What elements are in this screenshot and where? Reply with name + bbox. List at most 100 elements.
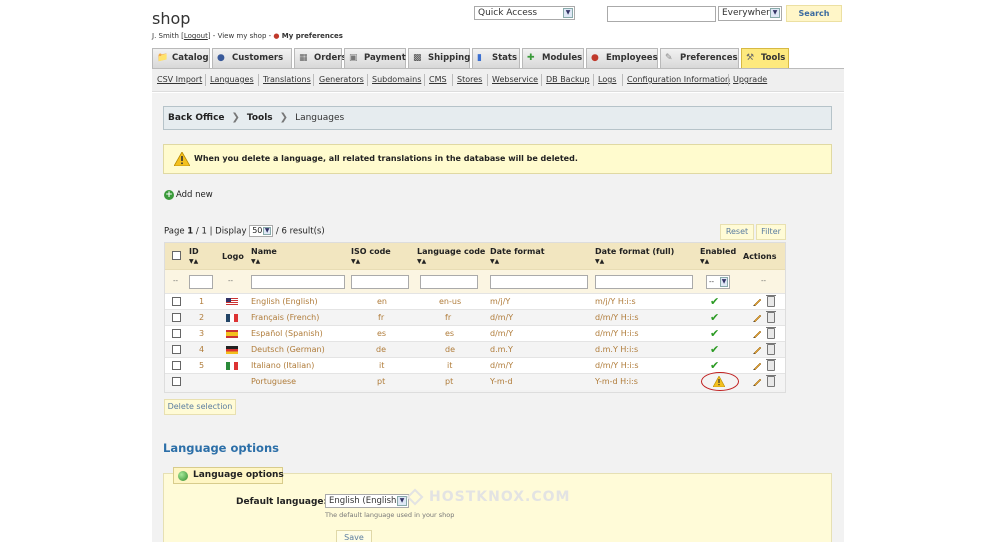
- watermark: HOSTKNOX.COM: [406, 488, 570, 506]
- row-id: 4: [199, 345, 205, 354]
- filter-iso-input[interactable]: [351, 275, 409, 289]
- row-date-format-full: d/m/Y H:i:s: [595, 361, 639, 370]
- row-checkbox[interactable]: [172, 345, 181, 354]
- edit-icon[interactable]: [752, 361, 762, 371]
- enabled-check-icon[interactable]: ✔: [710, 328, 719, 339]
- language-options-fieldset: Language options Default language: Engli…: [163, 467, 832, 542]
- filter-date-format-full-input[interactable]: [595, 275, 693, 289]
- tab-shipping[interactable]: ▩ Shipping: [408, 48, 470, 68]
- quick-access-select[interactable]: Quick Access ▼: [474, 6, 575, 20]
- row-checkbox[interactable]: [172, 297, 181, 306]
- subnav-divider: [728, 74, 729, 86]
- breadcrumb-tools[interactable]: Tools: [247, 113, 273, 123]
- default-language-select[interactable]: English (English) ▼: [325, 494, 409, 508]
- my-preferences-link[interactable]: My preferences: [282, 32, 343, 40]
- header-enabled: Enabled: [700, 247, 737, 256]
- row-checkbox[interactable]: [172, 377, 181, 386]
- search-scope-select[interactable]: Everywhere ▼: [718, 6, 782, 21]
- subnav-languages[interactable]: Languages: [210, 75, 254, 84]
- subnav-cms[interactable]: CMS: [429, 75, 447, 84]
- sort-arrows-icon[interactable]: ▼▲: [595, 258, 604, 265]
- row-language-code: pt: [445, 377, 454, 386]
- view-shop-link[interactable]: View my shop: [218, 32, 267, 40]
- add-new-link[interactable]: + Add new: [164, 190, 213, 200]
- sort-arrows-icon[interactable]: ▼▲: [700, 258, 709, 265]
- filter-date-format-input[interactable]: [490, 275, 588, 289]
- enabled-check-icon[interactable]: ✔: [710, 360, 719, 371]
- tab-orders[interactable]: ▦ Orders: [294, 48, 347, 68]
- filter-enabled-value: --: [709, 278, 715, 286]
- delete-icon[interactable]: [766, 327, 776, 339]
- subnav-divider: [205, 74, 206, 86]
- tab-employees[interactable]: ● Employees: [586, 48, 658, 68]
- tab-customers[interactable]: ● Customers: [212, 48, 292, 68]
- subnav-logs[interactable]: Logs: [598, 75, 616, 84]
- table-row[interactable]: 1 English (English) en en-us m/j/Y m/j/Y…: [165, 293, 785, 309]
- delete-icon[interactable]: [766, 375, 776, 387]
- user-name: J. Smith: [152, 32, 179, 40]
- row-id: 3: [199, 329, 205, 338]
- edit-icon[interactable]: [752, 313, 762, 323]
- display-count-select[interactable]: 50 ▼: [249, 225, 274, 237]
- delete-icon[interactable]: [766, 359, 776, 371]
- tab-payment[interactable]: ▣ Payment: [344, 48, 406, 68]
- sort-arrows-icon[interactable]: ▼▲: [251, 258, 260, 265]
- select-all-checkbox[interactable]: [172, 251, 181, 260]
- subnav-translations[interactable]: Translations: [263, 75, 311, 84]
- table-row[interactable]: 4 Deutsch (German) de de d.m.Y d.m.Y H:i…: [165, 341, 785, 357]
- edit-icon[interactable]: [752, 329, 762, 339]
- row-checkbox[interactable]: [172, 329, 181, 338]
- reset-button[interactable]: Reset: [720, 224, 754, 240]
- subnav-configuration-information[interactable]: Configuration Information: [627, 75, 730, 84]
- edit-icon[interactable]: [752, 297, 762, 307]
- filter-language-code-input[interactable]: [420, 275, 478, 289]
- row-checkbox[interactable]: [172, 361, 181, 370]
- search-input[interactable]: [607, 6, 716, 22]
- enabled-check-icon[interactable]: ✔: [710, 296, 719, 307]
- delete-icon[interactable]: [766, 311, 776, 323]
- sort-arrows-icon[interactable]: ▼▲: [189, 258, 198, 265]
- table-row[interactable]: 3 Español (Spanish) es es d/m/Y d/m/Y H:…: [165, 325, 785, 341]
- delete-icon[interactable]: [766, 295, 776, 307]
- table-row[interactable]: 2 Français (French) fr fr d/m/Y d/m/Y H:…: [165, 309, 785, 325]
- logout-link[interactable]: Logout: [184, 32, 208, 40]
- employees-icon: ●: [591, 53, 599, 63]
- breadcrumb-back-office[interactable]: Back Office: [168, 113, 225, 123]
- filter-dash: --: [761, 277, 767, 285]
- enabled-check-icon[interactable]: ✔: [710, 344, 719, 355]
- table-row[interactable]: 5 Italiano (Italian) it it d/m/Y d/m/Y H…: [165, 357, 785, 373]
- tab-preferences[interactable]: ✎ Preferences: [660, 48, 739, 68]
- sort-arrows-icon[interactable]: ▼▲: [490, 258, 499, 265]
- quick-access-label: Quick Access: [478, 8, 538, 18]
- subnav-subdomains[interactable]: Subdomains: [372, 75, 421, 84]
- tab-tools[interactable]: ⚒ Tools: [741, 48, 789, 69]
- delete-icon[interactable]: [766, 343, 776, 355]
- enabled-check-icon[interactable]: ✔: [710, 312, 719, 323]
- delete-selection-button[interactable]: Delete selection: [164, 399, 236, 415]
- row-checkbox[interactable]: [172, 313, 181, 322]
- tab-catalog[interactable]: 📁 Catalog: [152, 48, 210, 68]
- subnav-stores[interactable]: Stores: [457, 75, 482, 84]
- sort-arrows-icon[interactable]: ▼▲: [417, 258, 426, 265]
- filter-enabled-select[interactable]: -- ▼: [706, 275, 730, 289]
- header-iso-code: ISO code: [351, 247, 391, 256]
- subnav-csv-import[interactable]: CSV Import: [157, 75, 202, 84]
- search-button[interactable]: Search: [786, 5, 842, 22]
- edit-icon[interactable]: [752, 377, 762, 387]
- edit-icon[interactable]: [752, 345, 762, 355]
- warning-icon: [174, 152, 190, 166]
- tab-stats[interactable]: ▮ Stats: [472, 48, 520, 68]
- subnav-upgrade[interactable]: Upgrade: [733, 75, 767, 84]
- table-row[interactable]: Portuguese pt pt Y-m-d Y-m-d H:i:s: [165, 372, 785, 391]
- default-language-hint: The default language used in your shop: [325, 511, 455, 519]
- filter-name-input[interactable]: [251, 275, 345, 289]
- filter-id-input[interactable]: [189, 275, 213, 289]
- tab-modules[interactable]: ✚ Modules: [522, 48, 584, 68]
- sort-arrows-icon[interactable]: ▼▲: [351, 258, 360, 265]
- default-language-value: English (English): [329, 496, 400, 506]
- filter-button[interactable]: Filter: [756, 224, 786, 240]
- subnav-webservice[interactable]: Webservice: [492, 75, 538, 84]
- save-button[interactable]: Save: [336, 530, 372, 542]
- subnav-generators[interactable]: Generators: [319, 75, 364, 84]
- subnav-db-backup[interactable]: DB Backup: [546, 75, 590, 84]
